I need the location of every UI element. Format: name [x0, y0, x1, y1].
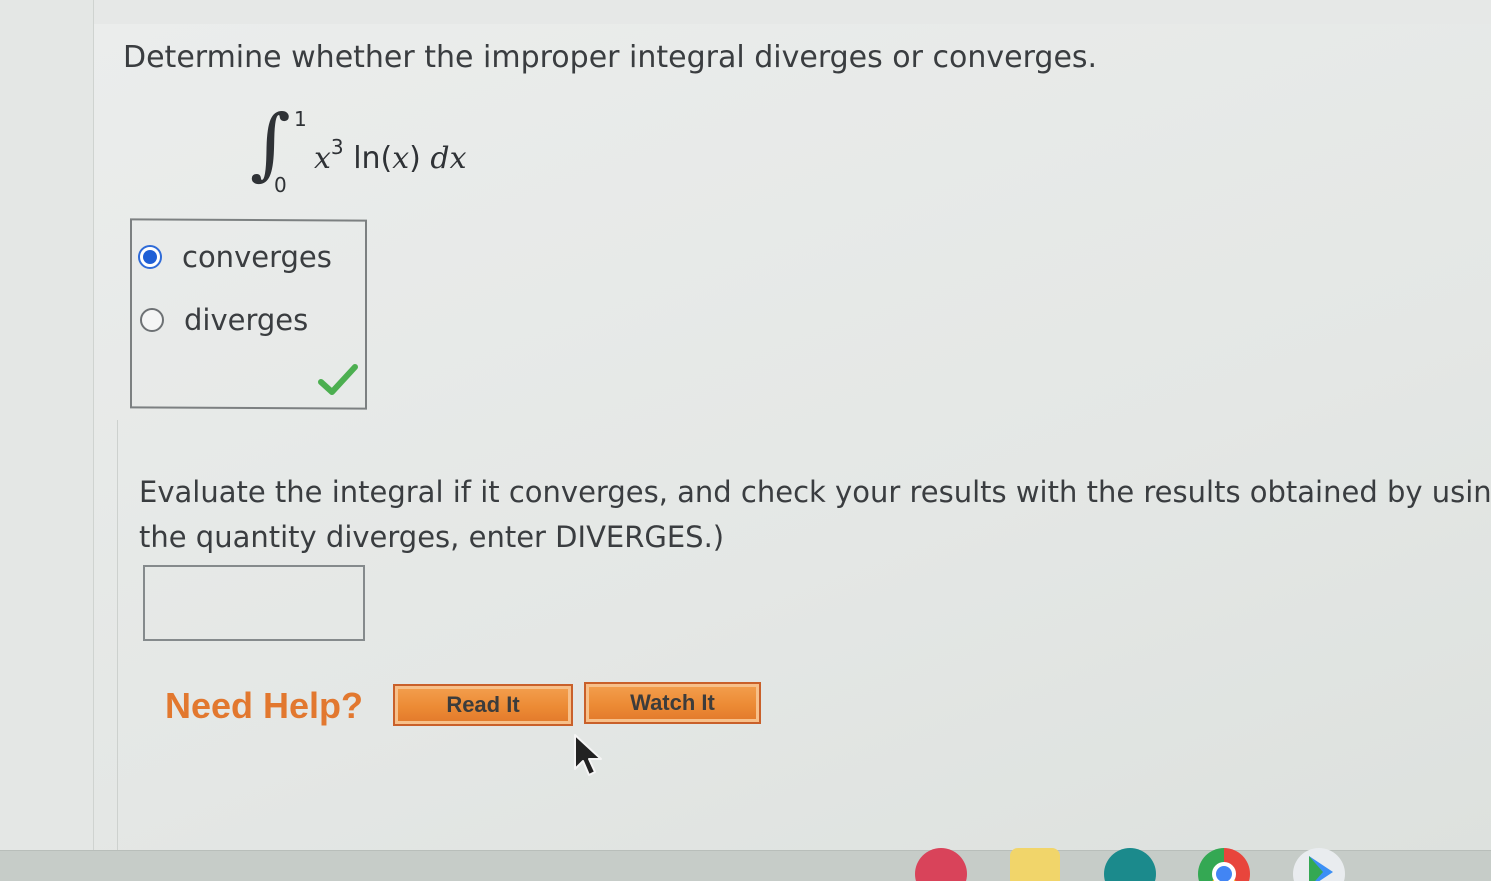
- play-store-icon[interactable]: [1293, 848, 1345, 881]
- watch-it-button[interactable]: Watch It: [584, 682, 761, 724]
- read-it-button[interactable]: Read It: [393, 684, 573, 726]
- integrand-exponent: 3: [330, 135, 344, 159]
- radio-converges[interactable]: [138, 245, 162, 269]
- option-label: diverges: [184, 303, 309, 337]
- chrome-center: [1212, 862, 1236, 881]
- integrand-ln: ln(: [343, 141, 393, 176]
- integral-sign: ∫: [250, 99, 291, 189]
- mouse-cursor-icon: [574, 734, 602, 776]
- question-prompt: Determine whether the improper integral …: [123, 40, 1098, 75]
- classroom-icon[interactable]: [1010, 848, 1060, 881]
- top-strip: [0, 0, 1491, 25]
- option-label: converges: [182, 240, 332, 274]
- answer-input[interactable]: [143, 565, 365, 641]
- radio-selected-dot: [143, 250, 157, 264]
- upper-limit: 1: [294, 107, 307, 131]
- evaluate-line-2: the quantity diverges, enter DIVERGES.): [139, 520, 725, 554]
- play-triangle: [1309, 856, 1333, 881]
- integrand: x3 ln(x) dx: [314, 135, 467, 176]
- evaluate-instructions: Evaluate the integral if it converges, a…: [139, 470, 1491, 560]
- radio-diverges[interactable]: [140, 308, 164, 332]
- option-converges[interactable]: converges: [138, 240, 332, 274]
- integrand-var: x: [392, 141, 410, 176]
- evaluate-line-1: Evaluate the integral if it converges, a…: [139, 475, 1491, 509]
- left-margin: [0, 0, 94, 850]
- taskbar: [0, 850, 1491, 881]
- need-help-label: Need Help?: [165, 685, 364, 726]
- checkmark-icon: [318, 364, 358, 395]
- option-diverges[interactable]: diverges: [140, 303, 308, 337]
- divider: [117, 420, 118, 850]
- lower-limit: 0: [274, 173, 287, 197]
- integrand-close: ): [409, 141, 431, 176]
- integrand-base: x: [314, 141, 331, 176]
- differential: dx: [430, 141, 467, 176]
- integral-expression: ∫ 1 0 x3 ln(x) dx: [250, 105, 510, 200]
